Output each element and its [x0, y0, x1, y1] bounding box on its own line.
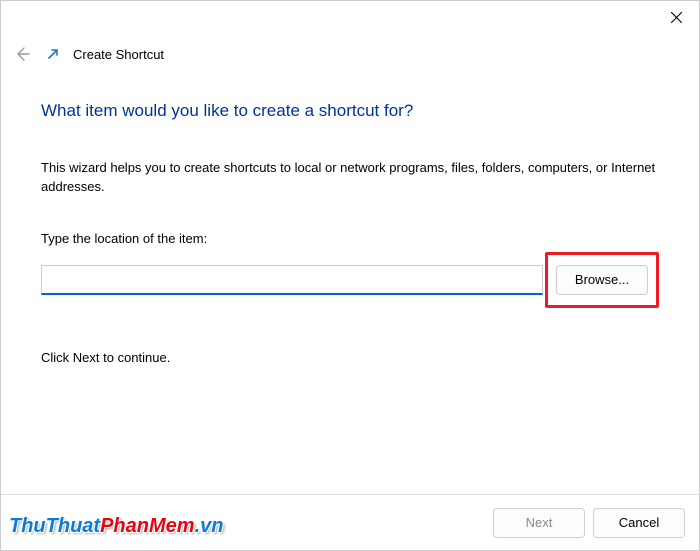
dialog-footer: Next Cancel	[1, 494, 699, 550]
header-row: Create Shortcut	[11, 43, 164, 65]
cancel-button[interactable]: Cancel	[593, 508, 685, 538]
create-shortcut-dialog: Create Shortcut What item would you like…	[0, 0, 700, 551]
browse-highlight: Browse...	[545, 252, 659, 308]
browse-button[interactable]: Browse...	[556, 265, 648, 295]
titlebar	[1, 1, 699, 49]
description-text: This wizard helps you to create shortcut…	[41, 159, 659, 197]
back-button[interactable]	[11, 43, 33, 65]
dialog-title: Create Shortcut	[73, 47, 164, 62]
close-button[interactable]	[653, 1, 699, 33]
location-input[interactable]	[41, 265, 543, 295]
back-arrow-icon	[14, 46, 30, 62]
next-button: Next	[493, 508, 585, 538]
continue-hint: Click Next to continue.	[41, 350, 659, 365]
shortcut-icon	[45, 46, 61, 62]
close-icon	[671, 12, 682, 23]
location-row: Browse...	[41, 252, 659, 308]
page-heading: What item would you like to create a sho…	[41, 101, 659, 121]
location-label: Type the location of the item:	[41, 231, 659, 246]
content-area: What item would you like to create a sho…	[41, 101, 659, 365]
